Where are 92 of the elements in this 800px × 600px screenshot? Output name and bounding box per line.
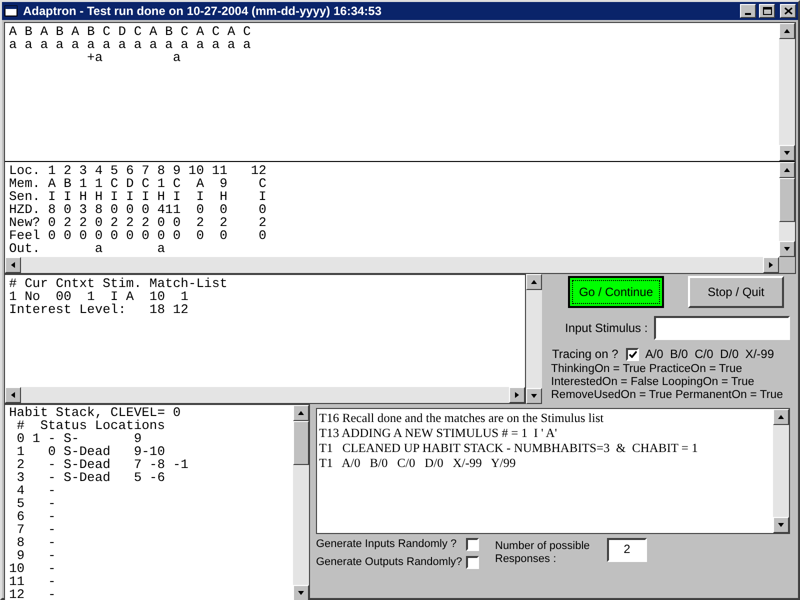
memory-row-text: Mem. A B 1 1 C D C 1 C A 9 C [9, 177, 268, 190]
memory-row-text: HZD. 8 0 3 8 0 0 0 411 0 0 0 [9, 203, 268, 216]
maximize-icon [762, 7, 772, 15]
scroll-down-button[interactable] [779, 241, 795, 257]
flag-setting: RemoveUsedOn = True PermanentOn = True [551, 389, 784, 402]
responses-label: Number of possible Responses : [495, 540, 591, 567]
scroll-up-button[interactable] [526, 274, 542, 290]
scroll-right-button[interactable] [763, 257, 779, 273]
up-arrow-icon [777, 414, 785, 420]
responses-field[interactable]: 2 [607, 538, 647, 562]
input-stimulus-field[interactable] [654, 316, 790, 340]
tracing-label: Tracing on ? [552, 346, 618, 363]
left-arrow-icon [10, 261, 16, 269]
down-arrow-icon [297, 590, 305, 596]
scroll-left-button[interactable] [5, 257, 21, 273]
input-stimulus-label: Input Stimulus : [565, 320, 648, 337]
right-arrow-icon [514, 391, 520, 399]
scroll-up-button[interactable] [779, 23, 795, 39]
habit-stack-line: 6 - [16, 510, 57, 523]
habit-stack-line: 4 - [16, 484, 57, 497]
action-button[interactable]: Go / Continue [568, 276, 664, 308]
flag-setting: InterestedOn = False LoopingOn = True [551, 376, 756, 389]
habit-stack-line: 0 1 - S- 9 [16, 432, 143, 445]
scroll-up-button[interactable] [773, 409, 789, 425]
up-arrow-icon [530, 279, 538, 285]
option-label: Generate Outputs Randomly? [316, 554, 462, 570]
option-label: Generate Inputs Randomly ? [316, 536, 458, 552]
sequence-line: A B A B A B C D C A B C A C A C [9, 25, 252, 38]
habit-stack-line: 9 - [16, 549, 57, 562]
close-button[interactable] [780, 4, 796, 18]
habit-stack-line: 2 - S-Dead 7 -8 -1 [16, 458, 190, 471]
trace-line: T1 A/0 B/0 C/0 D/0 X/-99 Y/99 [319, 456, 517, 471]
down-arrow-icon [783, 246, 791, 252]
scroll-right-button[interactable] [509, 387, 525, 403]
scroll-thumb[interactable] [293, 421, 309, 465]
maximize-button[interactable] [759, 4, 775, 18]
habit-stack-line: 8 - [16, 536, 57, 549]
right-arrow-icon [768, 261, 774, 269]
minimize-button[interactable] [740, 4, 756, 18]
stimulus-line: 1 No 00 1 I A 10 1 [9, 290, 190, 303]
habit-stack-line: 1 0 S-Dead 9-10 [16, 445, 166, 458]
habit-stack-line: 12 - [9, 588, 57, 600]
trace-line: T16 Recall done and the matches are on the Stimulus list [319, 411, 605, 426]
scroll-thumb[interactable] [779, 178, 795, 222]
habit-stack-line: 7 - [16, 523, 57, 536]
scroll-down-button[interactable] [779, 145, 795, 161]
trace-line: T1 CLEANED UP HABIT STACK - NUMBHABITS=3 & CHABIT = 1 [319, 441, 699, 456]
habit-stack-line: # Status Locations [16, 419, 166, 432]
down-arrow-icon [783, 150, 791, 156]
scroll-up-button[interactable] [779, 162, 795, 178]
check-icon [628, 350, 637, 358]
habit-stack-line: 5 - [16, 497, 57, 510]
memory-row-text: Feel 0 0 0 0 0 0 0 0 0 0 0 0 [9, 229, 268, 242]
up-arrow-icon [783, 28, 791, 34]
tracing-checkbox[interactable] [626, 348, 640, 360]
memory-row-text: Loc. 1 2 3 4 5 6 7 8 9 10 11 12 [9, 164, 268, 177]
memory-row-text: New? 0 2 2 0 2 2 2 0 0 2 2 2 [9, 216, 268, 229]
vertical-scrollbar[interactable] [779, 162, 795, 257]
scroll-down-button[interactable] [526, 388, 542, 404]
down-arrow-icon [530, 393, 538, 399]
habit-stack-line: 10 - [9, 562, 57, 575]
scroll-left-button[interactable] [5, 387, 21, 403]
habit-stack-line: 11 - [9, 575, 57, 588]
memory-row-text: Out. a a [9, 242, 166, 255]
vertical-scrollbar[interactable] [526, 274, 542, 404]
habit-stack-line: 3 - S-Dead 5 -6 [16, 471, 166, 484]
option-checkbox[interactable] [466, 538, 479, 550]
tracing-values: A/0 B/0 C/0 D/0 X/-99 [645, 346, 774, 363]
down-arrow-icon [777, 522, 785, 528]
left-arrow-icon [10, 391, 16, 399]
sequence-line: a a a a a a a a a a a a a a a a [9, 38, 252, 51]
memory-row-text: Sen. I I H H I I I H I I H I [9, 190, 268, 203]
flag-setting: ThinkingOn = True PracticeOn = True [551, 363, 744, 376]
stimulus-line: # Cur Cntxt Stim. Match-List [9, 277, 228, 290]
up-arrow-icon [297, 410, 305, 416]
sequence-line: +a a [86, 51, 182, 64]
scroll-down-button[interactable] [773, 517, 789, 533]
up-arrow-icon [783, 167, 791, 173]
close-icon [784, 7, 792, 15]
window-title: Adaptron - Test run done on 10-27-2004 (mm-dd-yyyy) 16:34:53 [23, 3, 383, 20]
horizontal-scrollbar[interactable] [5, 387, 525, 403]
action-button[interactable]: Stop / Quit [688, 276, 784, 308]
option-checkbox[interactable] [466, 556, 479, 568]
scroll-down-button[interactable] [293, 585, 309, 600]
scroll-up-button[interactable] [293, 405, 309, 421]
vertical-scrollbar[interactable] [779, 23, 795, 161]
stimulus-line: Interest Level: 18 12 [9, 303, 190, 316]
habit-stack-line: Habit Stack, CLEVEL= 0 [9, 406, 182, 419]
vertical-scrollbar[interactable] [293, 405, 309, 600]
vertical-scrollbar[interactable] [773, 409, 789, 533]
horizontal-scrollbar[interactable] [5, 257, 779, 273]
trace-line: T13 ADDING A NEW STIMULUS # = 1 I ' A' [319, 426, 558, 441]
